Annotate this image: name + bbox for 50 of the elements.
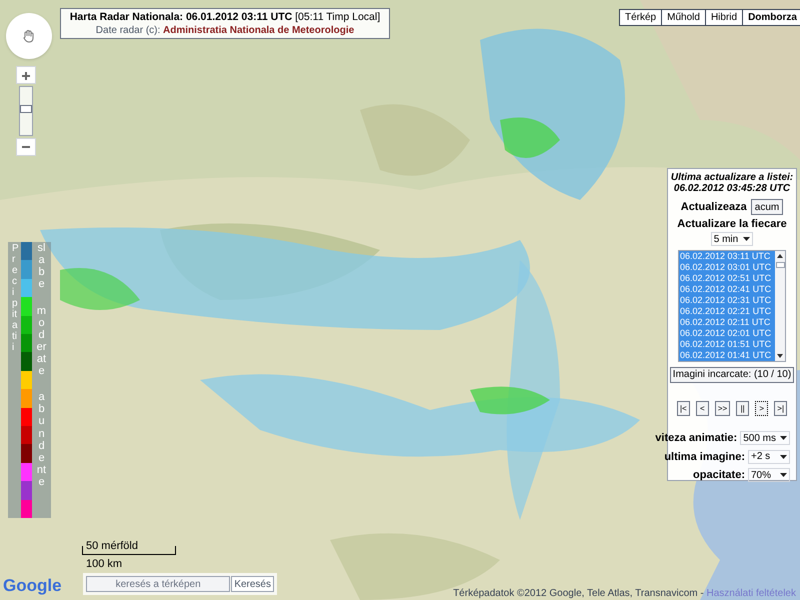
scroll-thumb[interactable] bbox=[776, 262, 784, 268]
caret-icon bbox=[743, 237, 750, 241]
data-source: Date radar (c): Administratia Nationala de Meteorologie bbox=[96, 24, 354, 36]
update-time: 06.02.2012 03:45:28 UTC bbox=[674, 183, 790, 194]
caret-icon bbox=[780, 454, 787, 459]
playback-button[interactable]: |< bbox=[676, 401, 690, 416]
radar-title: Harta Radar Nationala: 06.01.2012 03:11 UTC [05:11 Timp Local] bbox=[70, 10, 380, 24]
map-attribution: Térképadatok ©2012 Google, Tele Atlas, Transnavicom - bbox=[453, 587, 705, 600]
legend-title: Precipitatii bbox=[12, 242, 17, 353]
setting-label: opacitate: bbox=[693, 468, 745, 483]
legend-level: abundente bbox=[36, 391, 48, 488]
map-type-tab[interactable]: Műhold bbox=[661, 10, 705, 25]
refresh-label: Actualizeaza bbox=[680, 200, 747, 215]
scroll-up-icon bbox=[777, 254, 783, 258]
setting-dropdown[interactable]: +2 s bbox=[748, 450, 790, 464]
playback-button[interactable]: || bbox=[736, 401, 750, 416]
search-field[interactable]: keresés a térképen bbox=[86, 576, 230, 592]
logo: Google bbox=[3, 577, 62, 594]
interval-label: Actualizare la fiecare bbox=[677, 216, 787, 232]
legend-level: moderate bbox=[36, 304, 48, 378]
zoom-slider[interactable] bbox=[19, 86, 33, 136]
loaded-status: Imagini incarcate: (10 / 10) bbox=[670, 367, 794, 383]
setting-dropdown[interactable]: 500 ms bbox=[740, 431, 790, 446]
playback-button[interactable]: >> bbox=[714, 401, 730, 416]
map-type-tab[interactable]: Térkép bbox=[620, 10, 662, 25]
zoom-slider-thumb[interactable] bbox=[20, 105, 32, 113]
playback-button[interactable]: >| bbox=[774, 401, 788, 416]
minus-icon bbox=[21, 145, 31, 149]
search-button[interactable]: Keresés bbox=[231, 576, 274, 592]
scale-label: 100 km bbox=[86, 558, 122, 571]
setting-label: ultima imagine: bbox=[664, 450, 745, 464]
scroll-down-icon bbox=[777, 354, 783, 358]
plus-icon bbox=[21, 71, 31, 82]
zoom-out-button[interactable] bbox=[16, 138, 36, 156]
playback-button[interactable]: > bbox=[755, 401, 768, 416]
interval-dropdown[interactable]: 5 min bbox=[710, 232, 754, 246]
setting-dropdown[interactable]: 70% bbox=[748, 468, 790, 482]
scrollbar[interactable] bbox=[775, 251, 785, 361]
hand-icon bbox=[22, 29, 36, 43]
map-type-tab[interactable]: Domborza bbox=[742, 10, 800, 25]
legend-level: slabe bbox=[36, 242, 46, 290]
setting-label: viteza animatie: bbox=[655, 431, 738, 446]
caret-icon bbox=[780, 473, 787, 478]
caret-icon bbox=[780, 436, 787, 440]
scale-label: 50 mérföld bbox=[86, 540, 138, 553]
map-type-tab[interactable]: Hibrid bbox=[704, 10, 742, 25]
refresh-button[interactable]: acum bbox=[750, 199, 784, 216]
zoom-in-button[interactable] bbox=[16, 66, 36, 84]
update-label: Ultima actualizare a listei: bbox=[670, 172, 794, 183]
playback-button[interactable]: < bbox=[696, 401, 709, 416]
